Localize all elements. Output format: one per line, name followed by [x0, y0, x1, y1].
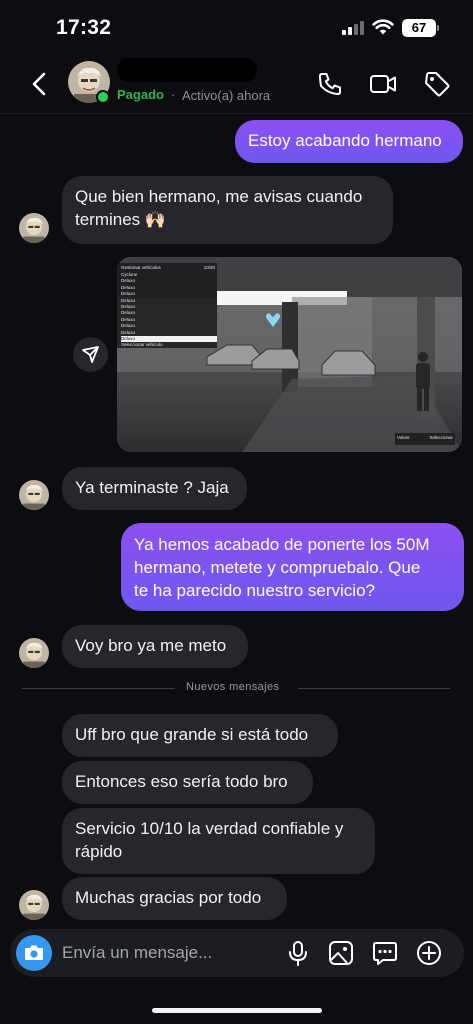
- message-bubble-received[interactable]: Servicio 10/10 la verdad confiable y ráp…: [62, 808, 375, 874]
- game-hint-bar: Volver Seleccionar: [397, 435, 455, 440]
- share-icon: [82, 346, 99, 363]
- online-status-dot: [96, 90, 110, 104]
- gallery-icon[interactable]: [327, 939, 355, 967]
- home-indicator[interactable]: [152, 1008, 322, 1013]
- shared-image-garage[interactable]: Gestionar vehículos 10/20 Cyclone Deluxo…: [117, 257, 462, 452]
- battery-tip: [437, 25, 439, 31]
- new-messages-divider-left: [22, 688, 175, 689]
- game-menu-title: Gestionar vehículos: [121, 265, 161, 270]
- message-bubble-received[interactable]: Voy bro ya me meto: [62, 625, 248, 668]
- back-icon[interactable]: [28, 70, 52, 98]
- message-bubble-received[interactable]: Muchas gracias por todo: [62, 877, 287, 920]
- game-vehicle-menu: Gestionar vehículos 10/20 Cyclone Deluxo…: [121, 265, 217, 349]
- contact-name-redacted[interactable]: [117, 58, 257, 82]
- sender-avatar[interactable]: [19, 890, 49, 920]
- camera-button[interactable]: [16, 935, 52, 971]
- chat-header: Pagado · Activo(a) ahora: [0, 56, 473, 114]
- message-bubble-sent[interactable]: Estoy acabando hermano: [235, 120, 463, 163]
- new-messages-divider-right: [298, 688, 450, 689]
- new-messages-divider-label: Nuevos mensajes: [186, 681, 280, 693]
- status-time: 17:32: [56, 16, 112, 39]
- status-bar: 17:32 67: [0, 0, 473, 56]
- message-bubble-received[interactable]: Uff bro que grande si está todo: [62, 714, 338, 757]
- mic-icon[interactable]: [284, 939, 312, 967]
- phone-icon[interactable]: [316, 70, 344, 98]
- header-separator: ·: [171, 87, 176, 102]
- sender-avatar[interactable]: [19, 480, 49, 510]
- wifi-icon: [372, 19, 394, 35]
- message-bubble-received[interactable]: Ya terminaste ? Jaja: [62, 467, 247, 510]
- game-menu-footer: Seleccionar vehículo: [121, 342, 163, 348]
- share-button[interactable]: [73, 337, 108, 372]
- battery-indicator: 67: [402, 19, 436, 37]
- sticker-icon[interactable]: [371, 939, 399, 967]
- paid-label: Pagado: [117, 87, 164, 102]
- message-composer: [10, 929, 464, 977]
- game-hint-right: Seleccionar: [429, 435, 453, 440]
- camera-icon: [25, 945, 43, 960]
- message-bubble-sent[interactable]: Ya hemos acabado de ponerte los 50M herm…: [121, 523, 464, 611]
- message-bubble-received[interactable]: Entonces eso sería todo bro: [62, 761, 313, 804]
- game-hint-left: Volver: [397, 435, 410, 440]
- plus-icon[interactable]: [415, 939, 443, 967]
- message-bubble-received[interactable]: Que bien hermano, me avisas cuando termi…: [62, 176, 393, 244]
- active-status: Activo(a) ahora: [182, 88, 271, 103]
- game-menu-counter: 10/20: [203, 265, 215, 270]
- sender-avatar[interactable]: [19, 638, 49, 668]
- video-icon[interactable]: [369, 70, 397, 98]
- sender-avatar[interactable]: [19, 213, 49, 243]
- tag-icon[interactable]: [423, 70, 451, 98]
- message-input[interactable]: [62, 941, 272, 965]
- signal-icon: [342, 21, 366, 35]
